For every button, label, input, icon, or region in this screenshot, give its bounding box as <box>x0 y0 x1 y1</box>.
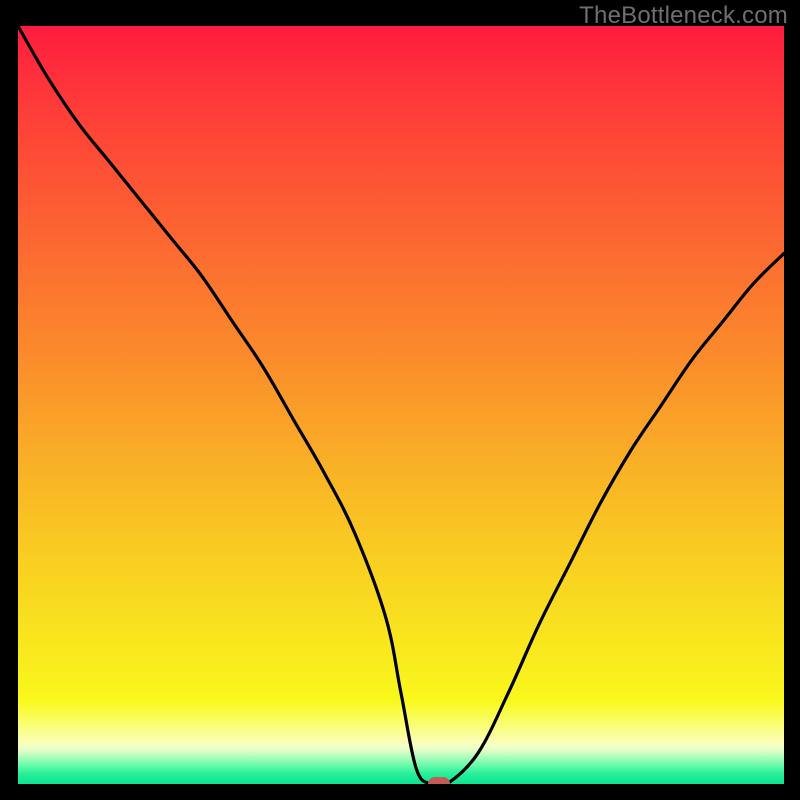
curve-path <box>18 26 784 784</box>
chart-frame: TheBottleneck.com <box>0 0 800 800</box>
plot-area <box>18 26 784 784</box>
bottleneck-curve <box>18 26 784 784</box>
watermark-text: TheBottleneck.com <box>579 2 788 30</box>
optimal-point-marker <box>428 777 450 784</box>
